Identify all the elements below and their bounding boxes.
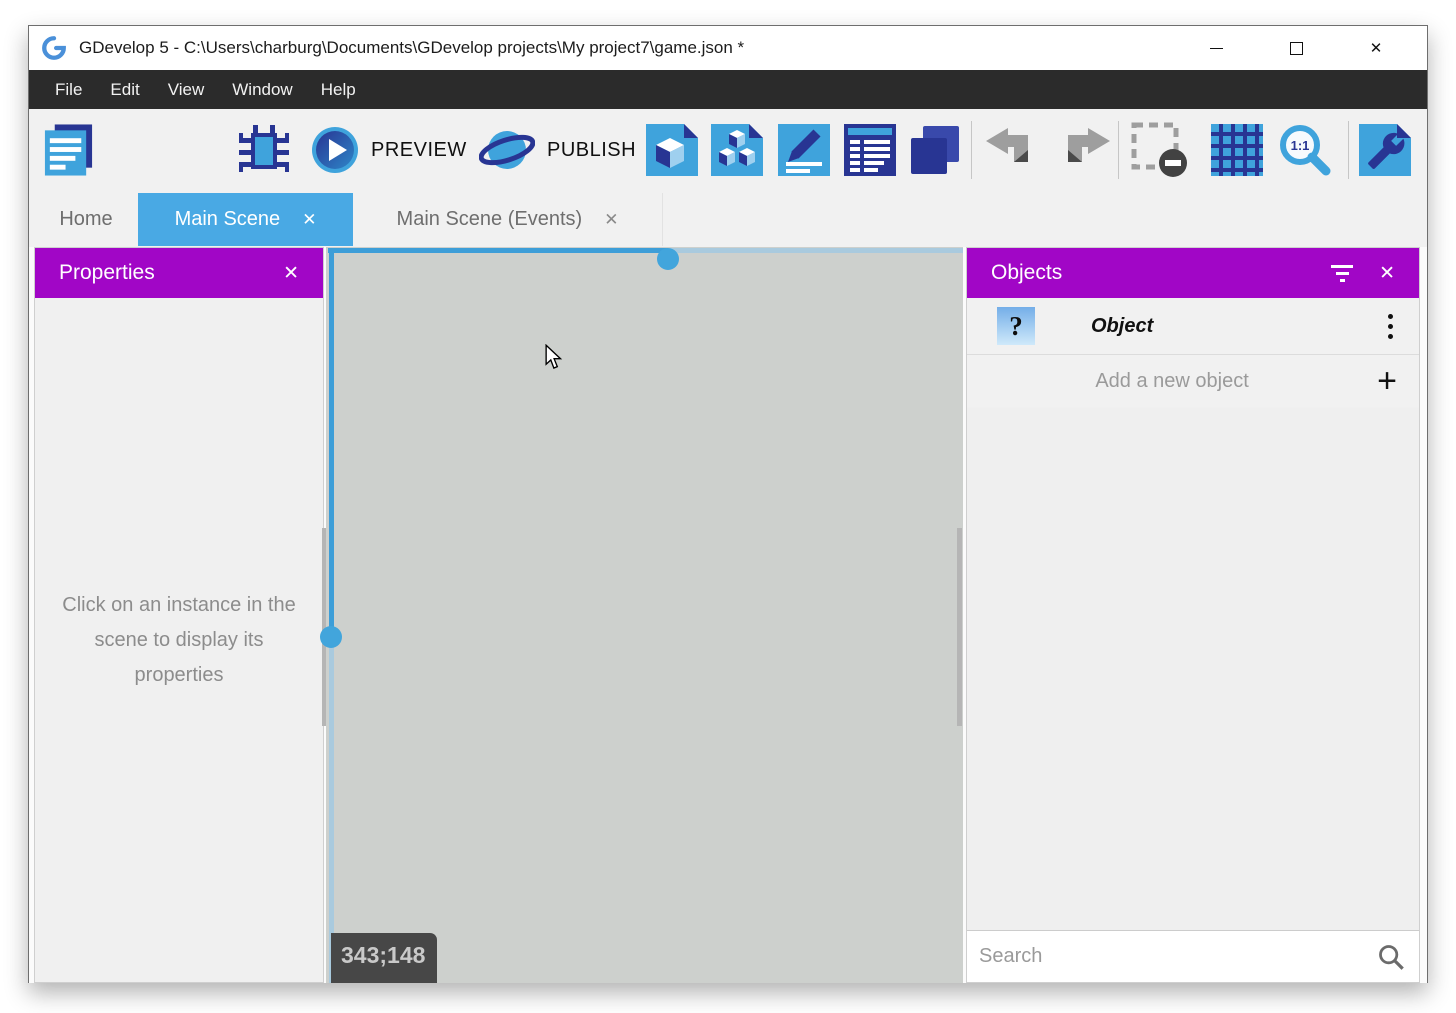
window-controls: ✕ [1193,32,1399,64]
close-icon: ✕ [283,263,299,284]
zoom-reset-button[interactable]: 1:1 [1278,123,1332,177]
search-icon [1377,943,1405,971]
deselect-icon [1131,122,1189,178]
resize-handle-top[interactable] [657,248,679,270]
menu-help[interactable]: Help [307,70,370,109]
properties-empty-message: Click on an instance in the scene to dis… [35,588,323,693]
grid-icon [1211,124,1263,176]
tab-main-scene-label: Main Scene [175,208,281,231]
scene-window-left-edge [329,248,334,637]
layers-button[interactable] [909,124,961,176]
toolbar-separator [1348,121,1349,179]
objects-cubes-icon [711,124,763,176]
edit-scene-button[interactable] [646,124,698,176]
close-icon: ✕ [1370,41,1383,56]
object-question-icon: ? [997,307,1035,345]
scene-window-left-edge-extension [329,637,334,983]
bug-debug-icon [238,124,290,176]
objects-panel-header: Objects ✕ [967,248,1419,298]
tab-home[interactable]: Home [34,193,138,246]
layers-icon [909,124,961,176]
tab-main-scene[interactable]: Main Scene ✕ [138,193,353,246]
properties-panel-header: Properties ✕ [35,248,323,298]
tab-main-scene-events-label: Main Scene (Events) [397,208,583,231]
wrench-tools-icon [1359,124,1411,176]
publish-planet-icon [479,125,535,175]
redo-button[interactable] [1054,128,1110,172]
minimize-icon [1210,48,1223,49]
undo-button[interactable] [986,128,1042,172]
scene-cube-icon [646,124,698,176]
toolbar-separator [971,121,972,179]
window-title: GDevelop 5 - C:\Users\charburg\Documents… [79,38,744,58]
object-name: Object [1091,315,1388,338]
objects-list-empty-area [967,408,1419,930]
redo-icon [1054,128,1110,172]
grid-button[interactable] [1211,124,1263,176]
edit-objects-button[interactable] [711,124,763,176]
objects-panel-title: Objects [991,261,1331,285]
add-object-button[interactable]: Add a new object + [967,355,1419,407]
zoom-one-to-one-icon: 1:1 [1278,123,1332,177]
tab-close-icon[interactable]: ✕ [302,210,316,230]
objects-panel: Objects ✕ ? Object Add a new object + [966,247,1420,983]
menu-file[interactable]: File [41,70,96,109]
scene-window-top-edge-extension [668,248,963,253]
toolbar-separator [1118,121,1119,179]
filter-icon [1331,265,1353,268]
app-window: GDevelop 5 - C:\Users\charburg\Documents… [28,25,1428,983]
mouse-cursor-icon [544,344,563,371]
cursor-coordinates-tooltip: 343;148 [331,933,437,983]
plus-icon: + [1377,364,1397,398]
preview-button[interactable]: PREVIEW [311,126,467,174]
edit-events-button[interactable] [844,124,896,176]
filter-button[interactable] [1331,265,1353,282]
content-area: Properties ✕ Click on an instance in the… [29,247,1427,983]
tab-home-label: Home [59,208,112,231]
close-button[interactable]: ✕ [1353,32,1399,64]
undo-icon [986,128,1042,172]
tab-close-icon[interactable]: ✕ [604,210,618,230]
toolbar: PREVIEW PUBLISH [29,109,1427,191]
add-object-label: Add a new object [967,370,1377,393]
pencil-edit-icon [778,124,830,176]
properties-panel-title: Properties [59,261,283,285]
menu-view[interactable]: View [154,70,219,109]
menu-window[interactable]: Window [218,70,306,109]
menu-bar: File Edit View Window Help [29,70,1427,109]
scene-tools-button[interactable] [1359,124,1411,176]
properties-close-button[interactable]: ✕ [283,262,299,285]
edit-scene-properties-button[interactable] [778,124,830,176]
properties-panel: Properties ✕ Click on an instance in the… [34,247,324,983]
search-input[interactable] [967,945,1377,968]
tab-bar: Home Main Scene ✕ Main Scene (Events) ✕ [29,191,1427,247]
resize-handle-left[interactable] [320,626,342,648]
maximize-button[interactable] [1273,32,1319,64]
canvas-right-scrollbar[interactable] [957,528,962,726]
close-icon: ✕ [1379,263,1395,284]
scene-canvas[interactable]: 343;148 [326,247,963,983]
svg-text:1:1: 1:1 [1291,138,1310,153]
maximize-icon [1290,42,1303,55]
kebab-menu-icon[interactable] [1388,314,1393,339]
object-list-item[interactable]: ? Object [967,298,1419,355]
events-sheet-icon [844,124,896,176]
publish-label: PUBLISH [547,139,636,162]
preview-label: PREVIEW [371,139,467,162]
menu-edit[interactable]: Edit [96,70,153,109]
title-bar: GDevelop 5 - C:\Users\charburg\Documents… [29,26,1427,70]
project-manager-button[interactable] [41,122,96,178]
objects-search-bar [967,930,1419,982]
scene-window-top-edge [328,248,668,253]
minimize-button[interactable] [1193,32,1239,64]
project-manager-icon [41,122,96,178]
publish-button[interactable]: PUBLISH [479,125,636,175]
gdevelop-logo-icon [41,35,67,61]
tab-main-scene-events[interactable]: Main Scene (Events) ✕ [353,193,663,246]
objects-close-button[interactable]: ✕ [1379,262,1395,285]
clear-selection-button[interactable] [1131,122,1189,178]
debugger-button[interactable] [238,124,290,176]
play-preview-icon [311,126,359,174]
